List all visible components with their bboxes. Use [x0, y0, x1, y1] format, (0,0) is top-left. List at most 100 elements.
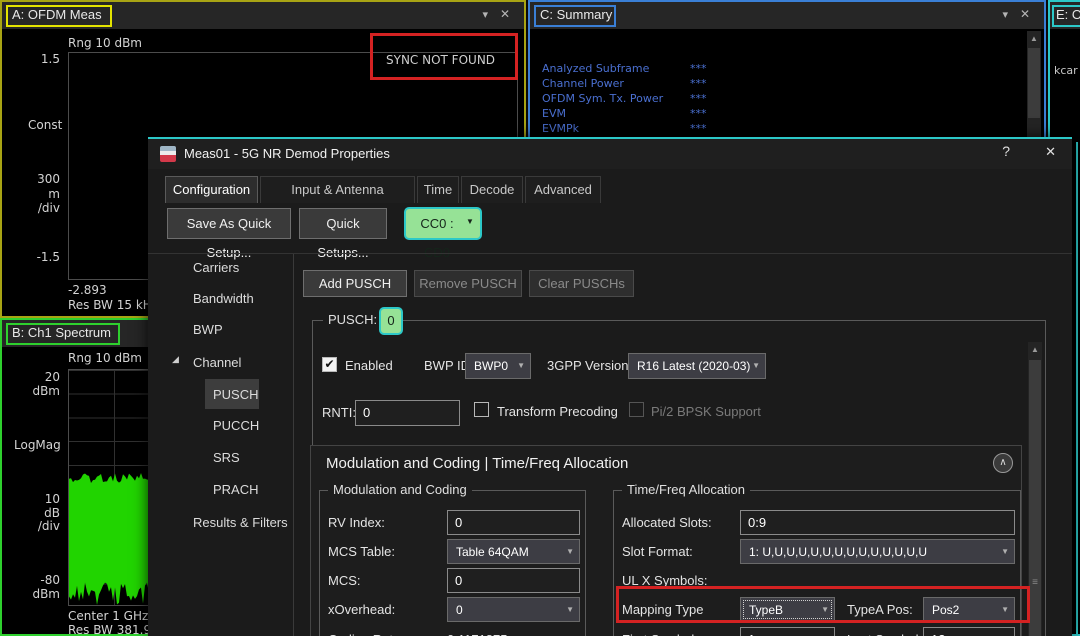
- spectrum-range-label: Rng 10 dBm: [68, 351, 142, 365]
- sidebar-item-pucch[interactable]: PUCCH: [213, 418, 259, 433]
- dialog-scrollbar-thumb[interactable]: ≡: [1029, 360, 1041, 636]
- sidebar-item-bandwidth[interactable]: Bandwidth: [193, 291, 254, 306]
- first-symbol-input[interactable]: 1: [740, 627, 835, 636]
- slot-format-dropdown[interactable]: 1: U,U,U,U,U,U,U,U,U,U,U,U,U,U ▼: [740, 539, 1015, 564]
- last-symbol-label: Last Symbol:: [847, 632, 922, 636]
- summary-scrollbar-thumb[interactable]: [1028, 48, 1040, 118]
- quick-setups-button[interactable]: Quick Setups...: [299, 208, 387, 260]
- ofdm-scale-bottom: -1.5: [36, 250, 60, 264]
- add-pusch-button[interactable]: Add PUSCH: [303, 270, 407, 297]
- ofdm-title-highlight: [6, 5, 112, 27]
- spectrum-scale-top-unit: dBm: [32, 384, 60, 398]
- enabled-checkbox[interactable]: ✔: [322, 357, 337, 372]
- help-icon[interactable]: ?: [1002, 144, 1010, 158]
- ofdm-per-div-suffix: /div: [37, 201, 60, 215]
- spectrum-scale-top-value: 20: [44, 370, 60, 384]
- sidebar-item-srs[interactable]: SRS: [213, 450, 240, 465]
- screen: A: OFDM Meas ▾ ✕ Rng 10 dBm 1.5 Const 30…: [0, 0, 1080, 636]
- coding-rate-value: 0.1171875: [447, 632, 508, 636]
- e-title-highlight: [1052, 5, 1080, 27]
- time-freq-legend: Time/Freq Allocation: [622, 482, 751, 497]
- summary-row-label: Analyzed Subframe: [542, 62, 650, 75]
- save-as-quick-setup-button[interactable]: Save As Quick Setup...: [167, 208, 291, 260]
- pusch-group-label: PUSCH:: [323, 312, 383, 327]
- sidebar-item-carriers[interactable]: Carriers: [193, 260, 239, 275]
- spectrum-trace: [69, 473, 159, 605]
- tree-expander-icon[interactable]: ◢: [172, 354, 179, 365]
- chevron-down-icon: ▼: [1001, 547, 1009, 556]
- dialog-title: Meas01 - 5G NR Demod Properties: [184, 146, 390, 161]
- spectrum-scale-bottom-unit: dBm: [32, 587, 60, 601]
- rnti-input[interactable]: 0: [355, 400, 460, 426]
- summary-row-label: OFDM Sym. Tx. Power: [542, 92, 664, 105]
- chevron-down-icon: ▼: [466, 217, 474, 226]
- mod-coding-group: Modulation and Coding RV Index: 0 MCS Ta…: [319, 482, 586, 636]
- spectrum-per-div-unit: dB: [44, 506, 60, 520]
- spectrum-res-bw: Res BW 381.93: [68, 623, 159, 636]
- first-symbol-label: First Symbol:: [622, 632, 698, 636]
- rv-index-input[interactable]: 0: [447, 510, 580, 535]
- clear-puschs-button[interactable]: Clear PUSCHs: [529, 270, 634, 297]
- xoverhead-label: xOverhead:: [328, 602, 396, 617]
- rv-index-label: RV Index:: [328, 515, 385, 530]
- tab-decode[interactable]: Decode: [461, 176, 523, 203]
- scroll-up-icon[interactable]: ▲: [1028, 342, 1042, 358]
- ofdm-per-div-unit: m: [48, 187, 60, 201]
- ofdm-res-bw: Res BW 15 kHz: [68, 298, 159, 312]
- minimize-icon[interactable]: ▾: [482, 10, 488, 21]
- mcs-input[interactable]: 0: [447, 568, 580, 593]
- spectrum-center-label: Center 1 GHz: [68, 609, 149, 623]
- summary-row-value: ***: [690, 62, 707, 75]
- ofdm-x-start: -2.893: [68, 283, 107, 297]
- allocated-slots-input[interactable]: 0:9: [740, 510, 1015, 535]
- minimize-icon[interactable]: ▾: [1002, 10, 1008, 21]
- pi2-bpsk-label: Pi/2 BPSK Support: [651, 404, 761, 419]
- gpp-version-dropdown[interactable]: R16 Latest (2020-03) ▼: [628, 353, 766, 379]
- rnti-label: RNTI:: [322, 405, 356, 420]
- summary-row-label: Channel Power: [542, 77, 624, 90]
- pi2-bpsk-checkbox[interactable]: [629, 402, 644, 417]
- collapse-section-button[interactable]: ∧: [993, 453, 1013, 473]
- mapping-annotation-box: [616, 586, 1030, 623]
- spectrum-per-div-value: 10: [44, 492, 60, 506]
- mod-coding-legend: Modulation and Coding: [328, 482, 472, 497]
- ofdm-per-div-value: 300: [37, 172, 60, 186]
- ofdm-range-label: Rng 10 dBm: [68, 36, 142, 50]
- remove-pusch-button[interactable]: Remove PUSCH: [414, 270, 522, 297]
- sidebar-item-results-filters[interactable]: Results & Filters: [193, 515, 288, 530]
- transform-precoding-checkbox[interactable]: [474, 402, 489, 417]
- chevron-down-icon: ▼: [566, 605, 574, 614]
- tab-advanced[interactable]: Advanced: [525, 176, 601, 203]
- coding-rate-label: Coding Rate:: [328, 632, 404, 636]
- dialog-title-bar[interactable]: Meas01 - 5G NR Demod Properties ? ✕: [148, 139, 1072, 169]
- chevron-up-icon: ∧: [999, 457, 1007, 468]
- close-icon[interactable]: ✕: [500, 8, 510, 20]
- sidebar-divider: [293, 254, 294, 636]
- tab-time[interactable]: Time: [417, 176, 459, 203]
- pusch-index-chip[interactable]: 0: [379, 307, 403, 335]
- sidebar-item-pusch[interactable]: PUSCH: [213, 387, 259, 402]
- bwp-id-dropdown[interactable]: BWP0 ▼: [465, 353, 531, 379]
- summary-row-label: EVM: [542, 107, 566, 120]
- tab-configuration[interactable]: Configuration: [165, 176, 258, 203]
- toolbar-divider: [148, 253, 1072, 254]
- mcs-table-label: MCS Table:: [328, 544, 395, 559]
- section-header: Modulation and Coding | Time/Freq Alloca…: [326, 455, 629, 472]
- mcs-table-dropdown[interactable]: Table 64QAM ▼: [447, 539, 580, 564]
- sidebar-item-channel[interactable]: Channel: [193, 355, 241, 370]
- scroll-up-icon[interactable]: ▲: [1027, 31, 1041, 47]
- sidebar-item-bwp[interactable]: BWP: [193, 322, 223, 337]
- tab-input-antenna[interactable]: Input & Antenna: [260, 176, 415, 203]
- summary-row-label: EVMPk: [542, 122, 579, 135]
- close-icon[interactable]: ✕: [1020, 8, 1030, 20]
- grip-icon: ≡: [1032, 577, 1038, 588]
- xoverhead-dropdown[interactable]: 0 ▼: [447, 597, 580, 622]
- gpp-version-label: 3GPP Version:: [547, 358, 633, 373]
- enabled-label: Enabled: [345, 358, 393, 373]
- sidebar-item-prach[interactable]: PRACH: [213, 482, 259, 497]
- spectrum-scale-bottom-value: -80: [40, 573, 60, 587]
- dialog-scrollbar[interactable]: ▲ ≡: [1028, 342, 1042, 636]
- spectrum-plot: [68, 369, 160, 606]
- last-symbol-input[interactable]: 13: [923, 627, 1015, 636]
- close-icon[interactable]: ✕: [1045, 145, 1056, 158]
